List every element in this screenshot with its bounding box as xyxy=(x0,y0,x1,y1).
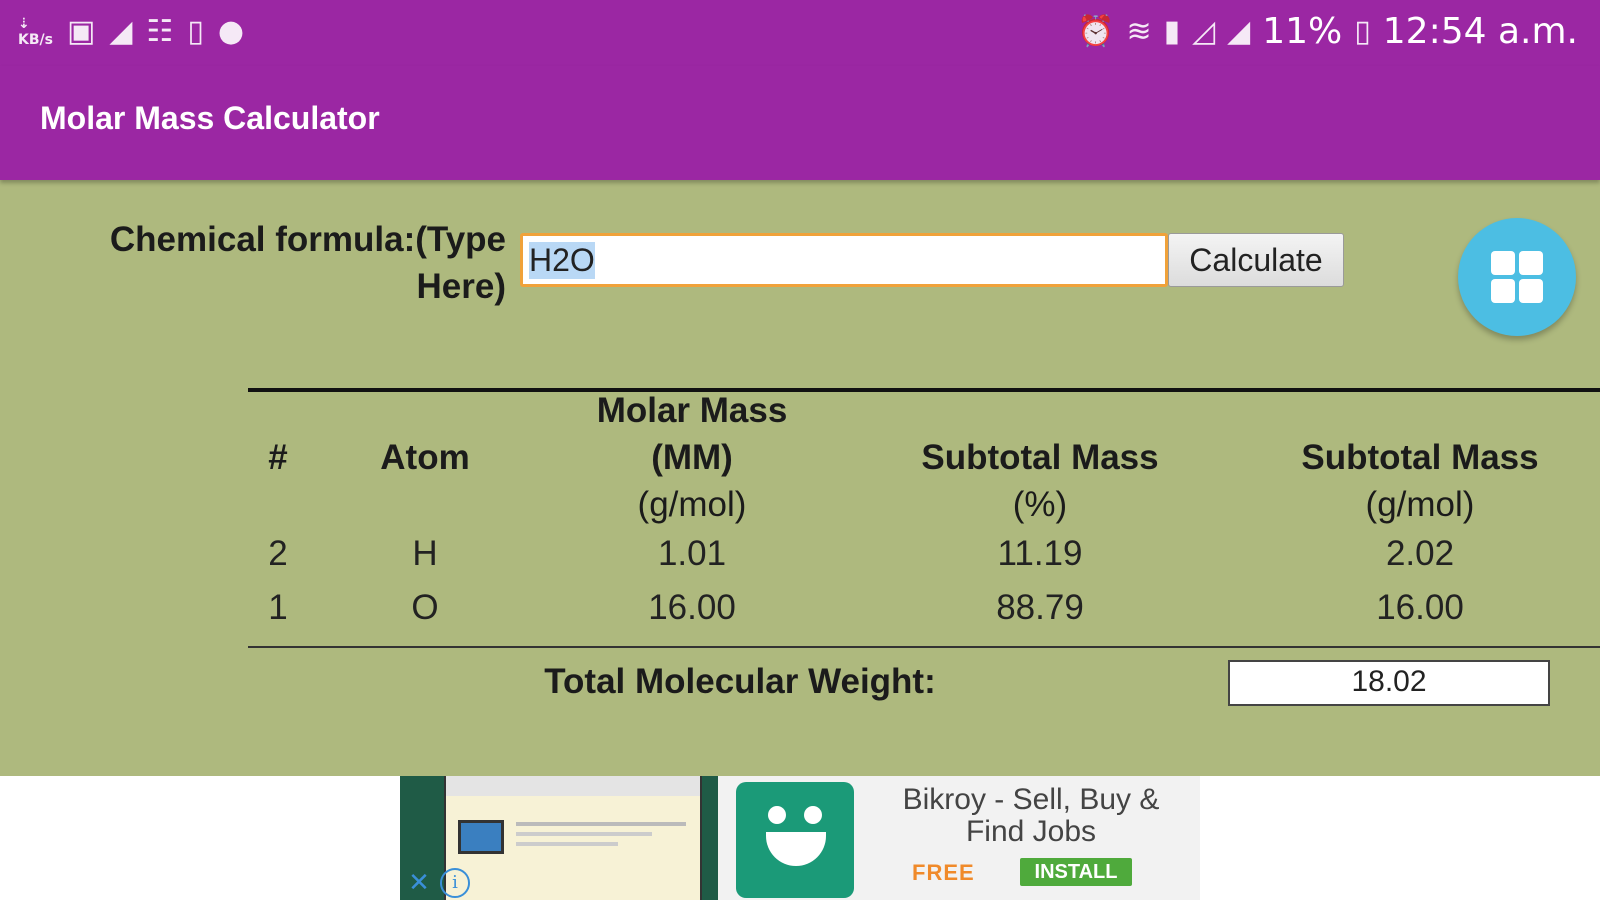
row-subtotal-pct: 88.79 xyxy=(996,588,1084,627)
header-sub-pct-line1: Subtotal Mass xyxy=(921,438,1159,477)
logo-eye xyxy=(804,806,822,824)
device-icon: ▯ xyxy=(187,14,204,49)
ad-area: ✕ i Bikroy - Sell, Buy & Find Jobs FREE … xyxy=(0,776,1600,900)
status-bar: ⇣ KB/s ▣ ◢ ☷ ▯ ● ⏰ ≋ ▮ ◿ ◢ 11% ▯ 12:54 a.… xyxy=(0,0,1600,66)
grid-icon xyxy=(1491,251,1515,275)
grid-icon xyxy=(1519,279,1543,303)
net-speed-icon: ⇣ KB/s xyxy=(18,16,53,48)
monitor-icon xyxy=(458,820,504,854)
table-bottom-rule xyxy=(248,646,1600,648)
formula-input[interactable]: H2O xyxy=(520,233,1168,287)
header-num-text: # xyxy=(268,438,288,477)
header-mm-unit: (g/mol) xyxy=(637,485,747,524)
ad-screenshot-bar xyxy=(446,776,700,796)
bikroy-logo-icon xyxy=(736,782,854,898)
alarm-icon: ⏰ xyxy=(1077,14,1115,49)
row-subtotal-pct: 11.19 xyxy=(997,534,1083,573)
calculate-button[interactable]: Calculate xyxy=(1168,233,1344,287)
total-weight-value: 18.02 xyxy=(1228,660,1550,706)
header-subtotal-pct: Subtotal Mass (%) xyxy=(880,434,1200,528)
row-subtotal-gmol: 2.02 xyxy=(1385,534,1455,573)
signal-icon: ◿ xyxy=(1192,14,1216,49)
header-mm-line2: (MM) xyxy=(651,438,733,477)
calculator-content: Chemical formula:(Type Here) H2O Calcula… xyxy=(0,180,1600,776)
ad-free-label: FREE xyxy=(912,860,975,885)
logo-mouth xyxy=(766,832,826,866)
battery-icon: ▯ xyxy=(1354,14,1371,49)
apps-grid-fab[interactable] xyxy=(1458,218,1576,336)
sim-icon: ▮ xyxy=(1163,14,1181,49)
app-bar: Molar Mass Calculator xyxy=(0,66,1600,180)
ad-install-button[interactable]: INSTALL xyxy=(1020,858,1132,886)
row-molar-mass: 16.00 xyxy=(648,588,736,627)
ad-screenshot-screen xyxy=(444,776,702,900)
header-atom-text: Atom xyxy=(380,438,470,477)
row-atom: O xyxy=(411,588,439,627)
battery-percent: 11% xyxy=(1262,11,1343,52)
image-icon: ▣ xyxy=(66,14,96,49)
formula-label-line2: Here) xyxy=(416,267,506,306)
signal-icon: ◢ xyxy=(1227,14,1251,49)
grid-icon xyxy=(1491,279,1515,303)
storage-icon: ☷ xyxy=(146,14,174,49)
chat-icon: ● xyxy=(217,14,245,49)
row-subtotal-gmol: 16.00 xyxy=(1376,588,1464,627)
clock: 12:54 a.m. xyxy=(1382,11,1578,52)
formula-label-line1: Chemical formula:(Type xyxy=(109,220,506,259)
ad-info-icon[interactable]: i xyxy=(440,868,470,898)
header-sub-gmol-line1: Subtotal Mass xyxy=(1301,438,1539,477)
cleaner-icon: ◢ xyxy=(109,14,133,49)
total-weight-label: Total Molecular Weight: xyxy=(544,662,936,701)
row-count: 1 xyxy=(268,588,288,627)
header-sub-pct-unit: (%) xyxy=(1012,485,1068,524)
table-top-rule xyxy=(248,388,1600,392)
header-mm-line1: Molar Mass xyxy=(596,391,788,430)
header-sub-gmol-unit: (g/mol) xyxy=(1365,485,1475,524)
status-left-icons: ⇣ KB/s ▣ ◢ ☷ ▯ ● xyxy=(18,12,244,52)
row-molar-mass: 1.01 xyxy=(657,534,727,573)
ad-title: Bikroy - Sell, Buy & Find Jobs xyxy=(902,783,1160,848)
header-subtotal-gmol: Subtotal Mass (g/mol) xyxy=(1250,434,1590,528)
ad-close-icon[interactable]: ✕ xyxy=(404,868,434,898)
ad-banner[interactable]: ✕ i Bikroy - Sell, Buy & Find Jobs FREE … xyxy=(400,776,1200,900)
app-title: Molar Mass Calculator xyxy=(40,100,380,136)
row-atom: H xyxy=(412,534,438,573)
logo-eye xyxy=(768,806,786,824)
formula-label: Chemical formula:(Type Here) xyxy=(60,216,506,310)
grid-icon xyxy=(1519,251,1543,275)
header-num: # xyxy=(248,434,308,481)
header-atom: Atom xyxy=(330,434,520,481)
status-right-icons: ⏰ ≋ ▮ ◿ ◢ 11% ▯ 12:54 a.m. xyxy=(1077,10,1578,54)
header-molar-mass: Molar Mass (MM) (g/mol) xyxy=(550,387,834,528)
formula-input-value: H2O xyxy=(529,241,595,279)
ad-screenshot: ✕ i xyxy=(400,776,718,900)
row-count: 2 xyxy=(268,534,288,573)
ad-screenshot-lines xyxy=(516,820,686,852)
wifi-icon: ≋ xyxy=(1126,14,1152,49)
